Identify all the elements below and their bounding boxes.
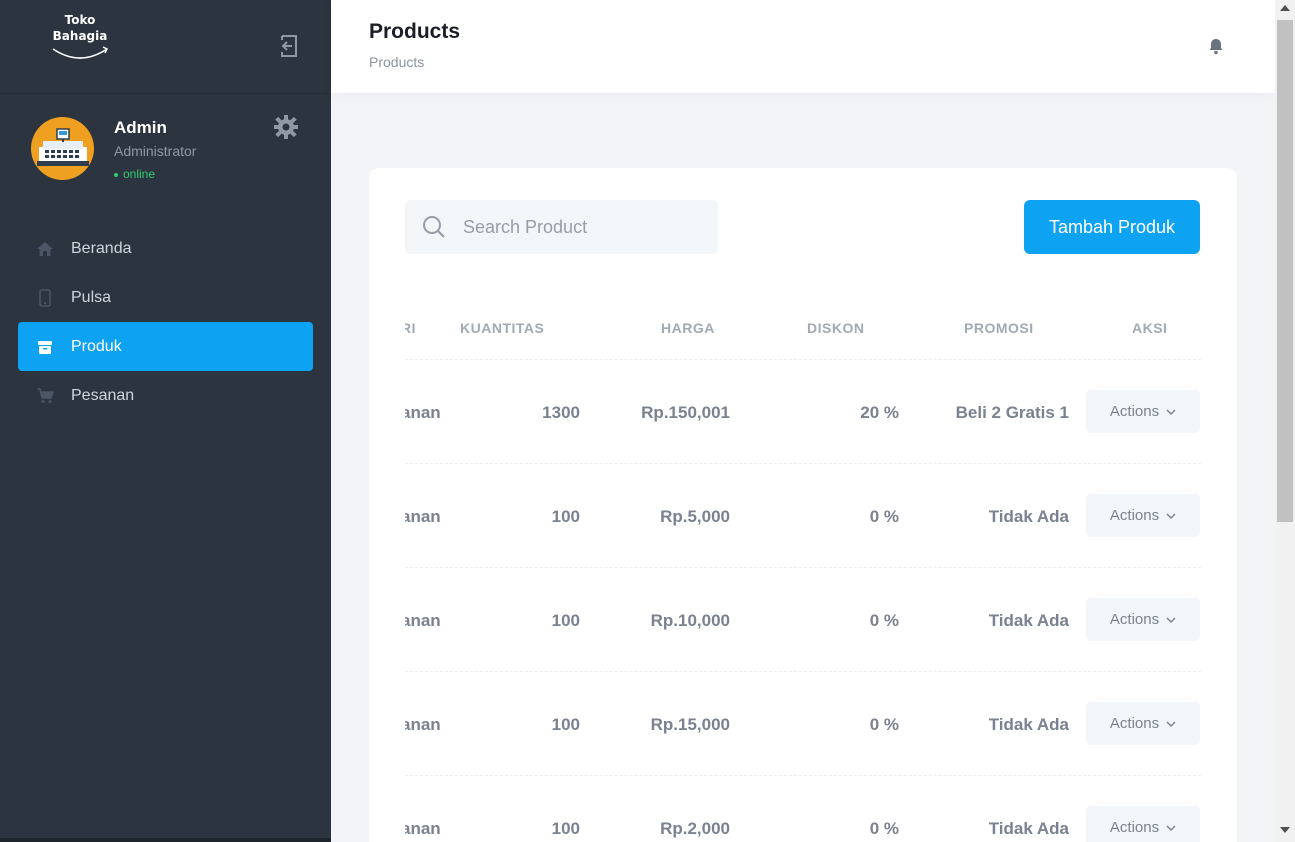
cell-kuantitas: 100 — [551, 715, 580, 734]
cell-kategori: anan — [405, 715, 441, 734]
actions-dropdown-button[interactable]: Actions — [1086, 494, 1200, 537]
sidebar-item-label: Pesanan — [71, 386, 135, 404]
page-header: Products Products — [331, 0, 1275, 93]
actions-dropdown-button[interactable]: Actions — [1086, 390, 1200, 433]
gear-icon[interactable] — [273, 114, 299, 140]
sidebar-nav: Beranda Pulsa Produk Pesanan — [18, 224, 313, 420]
status-text: online — [123, 167, 156, 181]
sidebar-item-label: Produk — [71, 337, 122, 355]
bell-icon[interactable] — [1207, 37, 1225, 55]
online-dot-icon — [114, 172, 118, 177]
search-input[interactable] — [463, 216, 703, 238]
logo-line2: Bahagia — [52, 29, 108, 43]
chevron-down-icon — [1166, 824, 1176, 831]
cell-promosi: Tidak Ada — [988, 715, 1069, 734]
actions-dropdown-button[interactable]: Actions — [1086, 598, 1200, 641]
table-row: anan 1300 Rp.150,001 20 % Beli 2 Gratis … — [405, 360, 1201, 464]
profile-panel: Admin Administrator online — [0, 94, 331, 204]
cell-kuantitas: 100 — [551, 819, 580, 838]
home-icon — [18, 241, 71, 257]
smile-icon — [52, 46, 108, 59]
chevron-down-icon — [1166, 720, 1176, 727]
cell-kuantitas: 100 — [551, 611, 580, 630]
avatar[interactable] — [31, 117, 94, 180]
profile-role: Administrator — [114, 143, 197, 159]
actions-label: Actions — [1109, 819, 1160, 836]
cell-kategori: anan — [405, 507, 441, 526]
cell-diskon: 20 % — [860, 403, 899, 422]
cell-promosi: Tidak Ada — [988, 507, 1069, 526]
search-box[interactable] — [405, 200, 718, 254]
cell-kategori: anan — [405, 819, 441, 838]
table-header: RI KUANTITAS HARGA DISKON PROMOSI AKSI — [405, 298, 1201, 360]
actions-label: Actions — [1109, 715, 1160, 732]
actions-dropdown-button[interactable]: Actions — [1086, 702, 1200, 745]
cell-kuantitas: 100 — [551, 507, 580, 526]
cell-promosi: Tidak Ada — [988, 611, 1069, 630]
sidebar-bottom-strip — [0, 838, 331, 842]
cell-diskon: 0 % — [869, 715, 899, 734]
cart-icon — [18, 387, 71, 404]
table-row: anan 100 Rp.10,000 0 % Tidak Ada Actions — [405, 568, 1201, 672]
chevron-down-icon — [1166, 616, 1176, 623]
breadcrumb[interactable]: Products — [369, 54, 424, 70]
scrollbar-thumb[interactable] — [1277, 20, 1293, 522]
cell-kategori: anan — [405, 403, 441, 422]
cell-harga: Rp.15,000 — [650, 715, 730, 734]
add-product-button[interactable]: Tambah Produk — [1024, 200, 1200, 254]
column-header-harga[interactable]: HARGA — [661, 320, 715, 336]
collapse-sidebar-icon[interactable] — [276, 33, 302, 59]
phone-icon — [18, 288, 71, 307]
cell-kuantitas: 1300 — [542, 403, 580, 422]
cell-harga: Rp.150,001 — [641, 403, 730, 422]
cell-promosi: Tidak Ada — [988, 819, 1069, 838]
page-title: Products — [369, 20, 461, 43]
table-row: anan 100 Rp.2,000 0 % Tidak Ada Actions — [405, 776, 1201, 842]
actions-label: Actions — [1109, 507, 1160, 524]
cell-diskon: 0 % — [869, 507, 899, 526]
chevron-down-icon — [1166, 408, 1176, 415]
column-header-aksi: AKSI — [1132, 320, 1168, 336]
actions-label: Actions — [1109, 611, 1160, 628]
table-row: anan 100 Rp.5,000 0 % Tidak Ada Actions — [405, 464, 1201, 568]
cell-kategori: anan — [405, 611, 441, 630]
table-row: anan 100 Rp.15,000 0 % Tidak Ada Actions — [405, 672, 1201, 776]
brand-area: Toko Bahagia — [0, 0, 331, 94]
actions-label: Actions — [1109, 403, 1160, 420]
status-badge: online — [114, 167, 155, 181]
cell-diskon: 0 % — [869, 819, 899, 838]
profile-name: Admin — [114, 118, 167, 137]
search-icon — [405, 215, 463, 239]
sidebar-item-label: Pulsa — [71, 288, 112, 306]
sidebar-item-pesanan[interactable]: Pesanan — [18, 371, 313, 420]
logo[interactable]: Toko Bahagia — [50, 12, 110, 62]
sidebar-item-pulsa[interactable]: Pulsa — [18, 273, 313, 322]
sidebar: Toko Bahagia Admin Administrator online … — [0, 0, 331, 842]
cell-promosi: Beli 2 Gratis 1 — [955, 403, 1069, 422]
cell-harga: Rp.2,000 — [660, 819, 730, 838]
column-header-promosi[interactable]: PROMOSI — [964, 320, 1034, 336]
logo-line1: Toko — [64, 13, 96, 27]
box-icon — [18, 339, 71, 355]
column-header-kuantitas[interactable]: KUANTITAS — [460, 320, 544, 336]
column-header-diskon[interactable]: DISKON — [807, 320, 864, 336]
column-header-kategori[interactable]: RI — [405, 320, 416, 336]
sidebar-item-beranda[interactable]: Beranda — [18, 224, 313, 273]
sidebar-item-produk[interactable]: Produk — [18, 322, 313, 371]
products-card: Tambah Produk RI KUANTITAS HARGA DISKON … — [369, 168, 1237, 842]
actions-dropdown-button[interactable]: Actions — [1086, 806, 1200, 842]
products-table: RI KUANTITAS HARGA DISKON PROMOSI AKSI a… — [405, 298, 1201, 842]
scroll-down-arrow-icon[interactable] — [1280, 827, 1290, 833]
scroll-up-arrow-icon[interactable] — [1280, 5, 1290, 11]
cell-harga: Rp.10,000 — [650, 611, 730, 630]
cell-harga: Rp.5,000 — [660, 507, 730, 526]
sidebar-item-label: Beranda — [71, 239, 132, 257]
chevron-down-icon — [1166, 512, 1176, 519]
cell-diskon: 0 % — [869, 611, 899, 630]
page-scrollbar[interactable] — [1275, 0, 1295, 842]
cash-register-icon — [37, 128, 89, 166]
